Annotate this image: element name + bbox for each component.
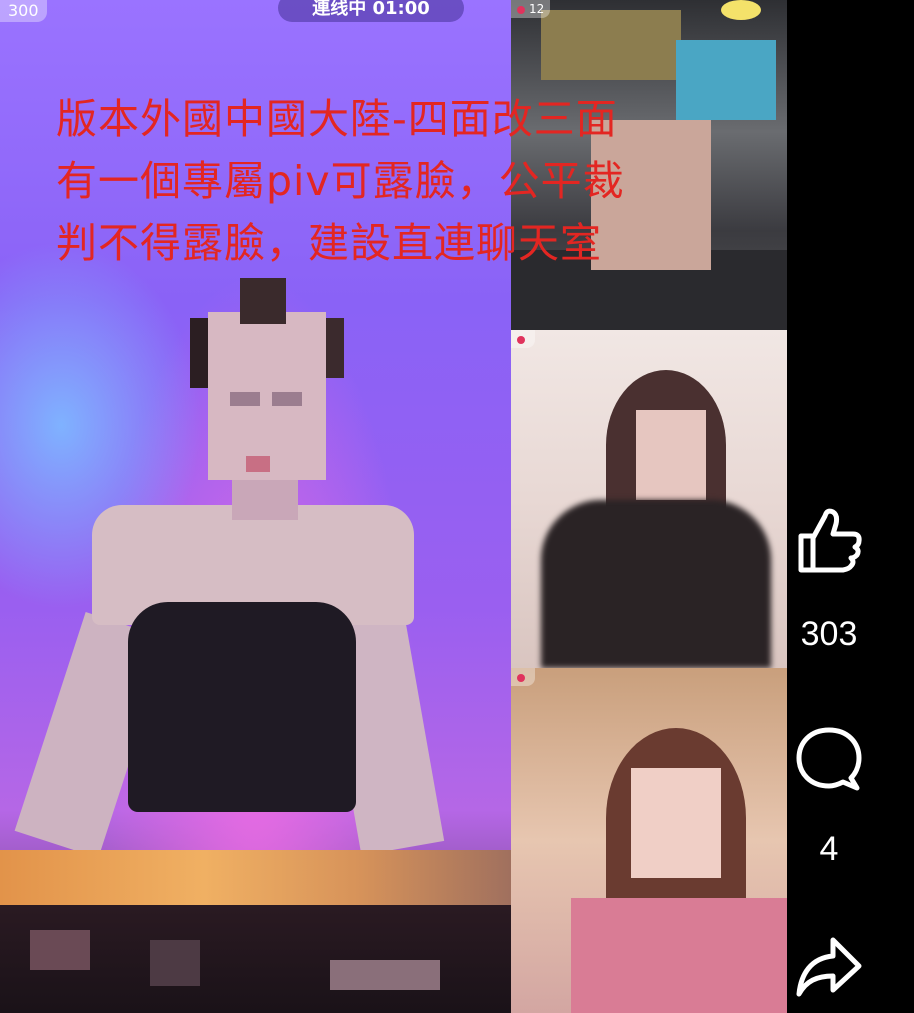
pixelated-region	[721, 0, 761, 20]
pixelated-face	[636, 410, 706, 500]
connection-status-pill: 連线中 01:00	[278, 0, 464, 22]
caption-line: 有一個專屬piv可露臉，公平裁	[56, 157, 625, 205]
pixelated-face	[208, 312, 326, 480]
pixelated-face	[631, 768, 721, 878]
viewer-count-badge: 300	[0, 0, 47, 22]
pixelated-region	[230, 392, 260, 406]
pixelated-region	[571, 898, 787, 1013]
side-video-badge: 12	[511, 0, 551, 18]
comment-bubble-icon	[796, 727, 862, 791]
pixelated-region	[330, 960, 440, 990]
video-stage: 300 連线中 01:00 12 版本外國中國大陸-四面改三面 有一個專屬piv…	[0, 0, 914, 1013]
pixelated-region	[541, 10, 681, 80]
comment-count: 4	[819, 830, 839, 868]
live-dot-icon	[517, 5, 525, 14]
share-arrow-icon	[796, 937, 862, 997]
side-video-badge-text: 12	[529, 2, 545, 16]
pixelated-region	[0, 850, 511, 910]
pixelated-region	[246, 456, 270, 472]
live-dot-icon	[517, 335, 525, 344]
pixelated-region	[232, 480, 298, 520]
action-bar: 303 4	[787, 0, 914, 1013]
blurred-region	[541, 500, 771, 668]
pixelated-region	[30, 930, 90, 970]
share-button[interactable]	[787, 930, 871, 1002]
side-video-badge	[511, 668, 535, 686]
pixelated-region	[272, 392, 302, 406]
side-video-badge	[511, 330, 535, 348]
pixelated-region	[240, 278, 286, 324]
live-dot-icon	[517, 673, 525, 682]
side-video-panel-2[interactable]	[511, 330, 787, 668]
caption-line: 版本外國中國大陸-四面改三面	[56, 95, 618, 143]
caption-line: 判不得露臉，建設直連聊天室	[56, 219, 602, 267]
comment-button[interactable]	[787, 722, 871, 794]
thumbs-up-icon	[798, 508, 862, 573]
like-count: 303	[800, 615, 858, 653]
pixelated-region	[150, 940, 200, 986]
like-button[interactable]	[787, 504, 871, 576]
side-video-panel-3[interactable]	[511, 668, 787, 1013]
caption-overlay: 版本外國中國大陸-四面改三面 有一個專屬piv可露臉，公平裁 判不得露臉，建設直…	[56, 88, 776, 274]
pixelated-region	[128, 602, 356, 812]
